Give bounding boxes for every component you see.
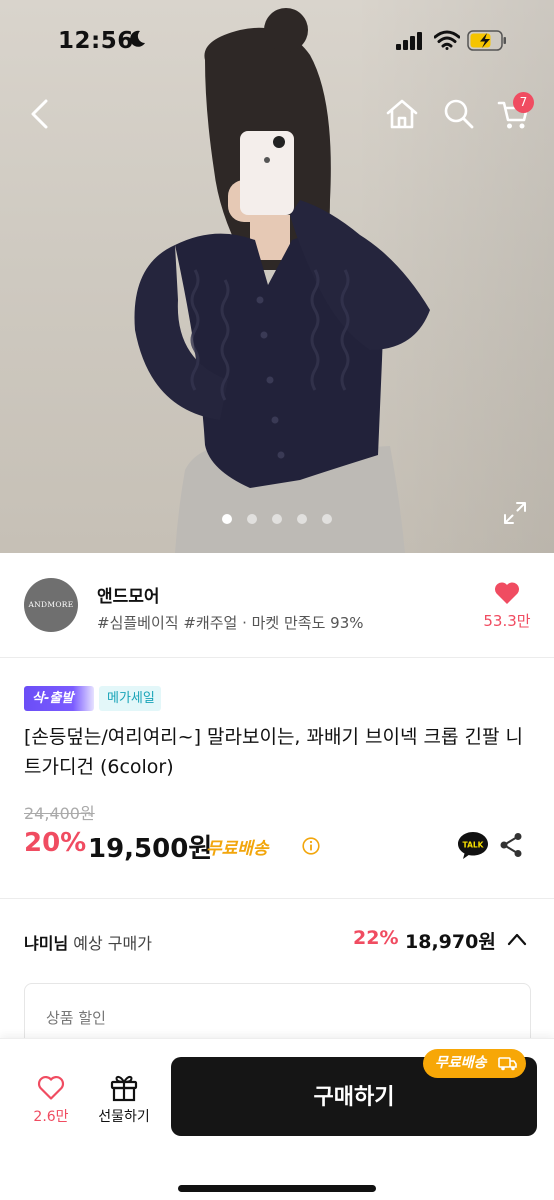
- gallery-dot[interactable]: [297, 514, 307, 524]
- home-indicator: [178, 1185, 376, 1192]
- seller-name[interactable]: 앤드모어: [97, 582, 160, 607]
- gift-icon: [110, 1075, 138, 1102]
- expected-price-caption: 예상 구매가: [73, 934, 152, 953]
- expected-price-label: 냐미님 예상 구매가: [24, 930, 152, 954]
- kakao-talk-icon[interactable]: TALK: [457, 830, 489, 860]
- gallery-dot[interactable]: [322, 514, 332, 524]
- status-time: 12:56: [58, 28, 134, 54]
- product-image-gallery[interactable]: [0, 0, 554, 553]
- truck-icon: [498, 1057, 517, 1071]
- gallery-pagination: [0, 514, 554, 528]
- original-price: 24,400원: [24, 804, 95, 823]
- like-count: 2.6만: [33, 1109, 69, 1125]
- seller-tags: #심플베이직 #캐주얼 · 마켓 만족도 93%: [97, 614, 364, 632]
- seller-logo[interactable]: ANDMORE: [24, 578, 78, 632]
- expand-icon[interactable]: [503, 501, 527, 525]
- gift-label: 선물하기: [98, 1109, 150, 1125]
- user-name: 냐미님: [24, 934, 69, 953]
- free-shipping-pill-label: 무료배송: [435, 1055, 487, 1071]
- product-discount-label: 상품 할인: [46, 1009, 106, 1027]
- expected-price-row[interactable]: 냐미님 예상 구매가 22% 18,970원: [0, 900, 554, 982]
- expected-price: 18,970원: [405, 931, 496, 953]
- gallery-dot[interactable]: [272, 514, 282, 524]
- expected-discount-rate: 22%: [353, 927, 399, 949]
- seller-like-count: 53.3만: [483, 612, 531, 630]
- fast-delivery-badge: 삭-출발: [24, 686, 94, 711]
- section-divider: [0, 898, 554, 899]
- back-icon[interactable]: [24, 96, 56, 132]
- wifi-icon: [434, 30, 460, 50]
- product-title: [손등덮는/여리여리~] 말라보이는, 꽈배기 브이넥 크롭 긴팔 니트가디건 …: [24, 726, 523, 778]
- bottom-action-bar: 2.6만 선물하기 구매하기 무료배송: [0, 1038, 554, 1200]
- moon-icon: [130, 30, 145, 47]
- gallery-dot[interactable]: [222, 514, 232, 524]
- chevron-up-icon[interactable]: [507, 931, 527, 947]
- cellular-signal-icon: [396, 32, 422, 50]
- sale-price: 19,500원: [88, 834, 213, 864]
- home-icon[interactable]: [384, 96, 420, 132]
- discount-rate: 20%: [24, 828, 87, 858]
- gift-button[interactable]: 선물하기: [90, 1067, 158, 1131]
- mega-sale-badge: 메가세일: [99, 686, 161, 711]
- gallery-dot[interactable]: [247, 514, 257, 524]
- product-photo: [134, 8, 430, 553]
- free-shipping-pill: 무료배송: [423, 1049, 526, 1078]
- seller-section[interactable]: ANDMORE 앤드모어 #심플베이직 #캐주얼 · 마켓 만족도 93% 53…: [0, 554, 554, 658]
- cart-count-badge: 7: [513, 92, 534, 113]
- free-shipping-label: 무료배송: [206, 839, 269, 859]
- heart-outline-icon: [37, 1075, 65, 1100]
- share-icon[interactable]: [499, 832, 523, 858]
- talk-label: TALK: [463, 841, 485, 850]
- info-icon[interactable]: [302, 837, 320, 855]
- heart-icon[interactable]: [494, 581, 520, 605]
- search-icon[interactable]: [442, 96, 476, 132]
- like-button[interactable]: 2.6만: [26, 1067, 76, 1131]
- status-bar: 12:56: [0, 0, 554, 80]
- battery-icon: [467, 30, 506, 51]
